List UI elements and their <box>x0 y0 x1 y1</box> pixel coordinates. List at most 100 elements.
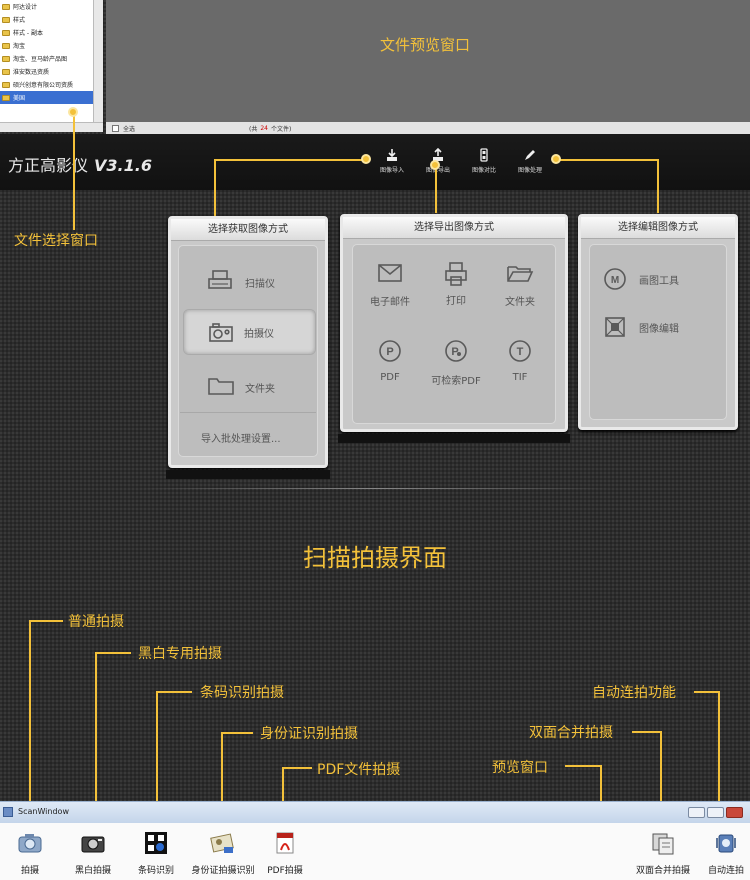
file-tree-item[interactable]: 样式 - 副本 <box>0 26 102 39</box>
window-icon <box>3 807 13 817</box>
connector-line <box>29 620 31 825</box>
folder-option[interactable]: 文件夹 <box>207 374 275 400</box>
file-tree-item[interactable]: 样式 <box>0 13 102 26</box>
pdf-label: PDF <box>380 372 400 383</box>
scan-duplex-button[interactable]: 双面合并拍摄 <box>630 830 696 876</box>
scan-bw-button[interactable]: 黑白拍摄 <box>68 830 118 876</box>
scan-bw-label: 黑白拍摄 <box>74 866 111 876</box>
pdf-icon: P <box>379 340 401 362</box>
close-button[interactable] <box>726 807 743 818</box>
scan-shoot-button[interactable]: 拍摄 <box>10 830 50 876</box>
connector-dot <box>551 154 561 164</box>
scan-idcard-button[interactable]: 身份证拍摄识别 <box>186 830 260 876</box>
email-option[interactable]: 电子邮件 <box>359 263 421 308</box>
print-label: 打印 <box>446 296 466 307</box>
file-tree-item-label: 淮安数迅资质 <box>13 69 50 76</box>
file-select-label: 文件选择窗口 <box>14 233 98 249</box>
image-edit-icon <box>605 317 625 337</box>
svg-text:P: P <box>451 346 458 358</box>
scanner-option[interactable]: 扫描仪 <box>207 269 275 295</box>
annotation-barcode: 条码识别拍摄 <box>200 685 284 701</box>
tif-icon: T <box>509 340 531 362</box>
connector-line <box>556 159 658 161</box>
pdf-option[interactable]: P PDF <box>359 339 421 383</box>
brand-name: 方正高影仪 <box>8 156 89 175</box>
annotation-normal: 普通拍摄 <box>68 614 124 630</box>
svg-text:M: M <box>611 275 619 286</box>
file-tree-item[interactable]: 美国 <box>0 91 102 104</box>
file-count-prefix: (共 <box>249 125 258 133</box>
file-tree-item-label: 美国 <box>13 95 26 102</box>
file-tree-hscrollbar[interactable] <box>0 122 103 132</box>
batch-settings-link[interactable]: 导入批处理设置... <box>201 430 321 445</box>
export-folder-option[interactable]: 文件夹 <box>489 263 551 308</box>
edit-panel: 选择编辑图像方式 M 画图工具 图像编辑 <box>578 214 738 430</box>
toolbar-compare-button[interactable]: 图像对比 <box>464 148 504 174</box>
section-divider <box>140 488 610 489</box>
maximize-button[interactable] <box>707 807 724 818</box>
camera-option[interactable]: 拍摄仪 <box>183 309 316 355</box>
file-preview-window[interactable] <box>106 0 750 122</box>
minimize-button[interactable] <box>688 807 705 818</box>
scan-window-titlebar: ScanWindow <box>0 801 750 823</box>
preview-status-bar: 全选 (共 24 个文件) <box>106 122 750 134</box>
connector-dot <box>430 160 440 170</box>
scan-idcard-label: 身份证拍摄识别 <box>191 866 255 876</box>
paint-icon: M <box>604 268 626 290</box>
auto-shoot-icon <box>716 834 736 853</box>
select-all-checkbox[interactable] <box>112 124 119 132</box>
annotation-bw: 黑白专用拍摄 <box>138 646 222 662</box>
section-title: 扫描拍摄界面 <box>303 544 447 572</box>
tif-option[interactable]: T TIF <box>489 339 551 383</box>
tif-label: TIF <box>512 372 528 383</box>
file-tree-item[interactable]: 阿达设计 <box>0 0 102 13</box>
connector-line <box>657 159 659 213</box>
file-tree-item[interactable]: 淘宝、豆马龄产品图 <box>0 52 102 65</box>
scan-barcode-button[interactable]: 条码识别 <box>132 830 180 876</box>
export-folder-label: 文件夹 <box>505 297 535 308</box>
connector-line <box>29 620 63 622</box>
folder-icon <box>2 42 10 49</box>
camera-icon <box>18 834 42 853</box>
file-tree-scrollbar[interactable] <box>93 0 103 122</box>
divider <box>180 412 316 413</box>
image-edit-option[interactable]: 图像编辑 <box>603 315 679 343</box>
searchable-pdf-option[interactable]: P 可检索PDF <box>419 339 493 387</box>
connector-line <box>73 112 75 230</box>
connector-line <box>95 652 131 654</box>
scan-auto-button[interactable]: 自动连拍 <box>702 830 750 876</box>
file-count-suffix: 个文件) <box>271 125 292 133</box>
folder-open-icon <box>507 266 534 282</box>
connector-line <box>632 731 662 733</box>
pdf-file-icon <box>276 832 294 854</box>
file-tree-item[interactable]: 硕兴创意有限公司资质 <box>0 78 102 91</box>
compare-icon <box>480 148 488 162</box>
file-tree[interactable]: 阿达设计样式样式 - 副本淘宝 淘宝、豆马龄产品图淮安数迅资质硕兴创意有限公司资质… <box>0 0 103 122</box>
brand-version: V3.1.6 <box>94 156 152 175</box>
scan-pdf-button[interactable]: PDF拍摄 <box>262 830 308 876</box>
scan-barcode-label: 条码识别 <box>137 866 174 876</box>
export-panel-title: 选择导出图像方式 <box>343 217 565 239</box>
connector-line <box>221 732 253 734</box>
acquire-panel-title: 选择获取图像方式 <box>171 219 325 241</box>
pen-icon <box>525 150 535 160</box>
printer-icon <box>445 262 467 286</box>
toolbar-process-button[interactable]: 图像处理 <box>510 148 550 174</box>
folder-icon <box>2 68 10 75</box>
print-option[interactable]: 打印 <box>425 261 487 307</box>
file-tree-item[interactable]: 淮安数迅资质 <box>0 65 102 78</box>
connector-line <box>435 165 437 213</box>
annotation-preview: 预览窗口 <box>492 760 548 776</box>
folder-label: 文件夹 <box>245 384 275 395</box>
file-tree-item-label: 阿达设计 <box>13 4 38 11</box>
toolbar-process-label: 图像处理 <box>517 167 542 174</box>
file-tree-item-label: 样式 - 副本 <box>13 30 43 37</box>
scan-shoot-label: 拍摄 <box>20 866 39 876</box>
paint-tool-option[interactable]: M 画图工具 <box>603 267 679 295</box>
file-tree-item-label: 硕兴创意有限公司资质 <box>13 82 74 89</box>
connector-line <box>694 691 720 693</box>
file-tree-item[interactable]: 淘宝 <box>0 39 102 52</box>
toolbar-import-button[interactable]: 图像导入 <box>372 148 412 174</box>
folder-icon <box>2 16 10 23</box>
scanner-icon <box>208 270 232 289</box>
